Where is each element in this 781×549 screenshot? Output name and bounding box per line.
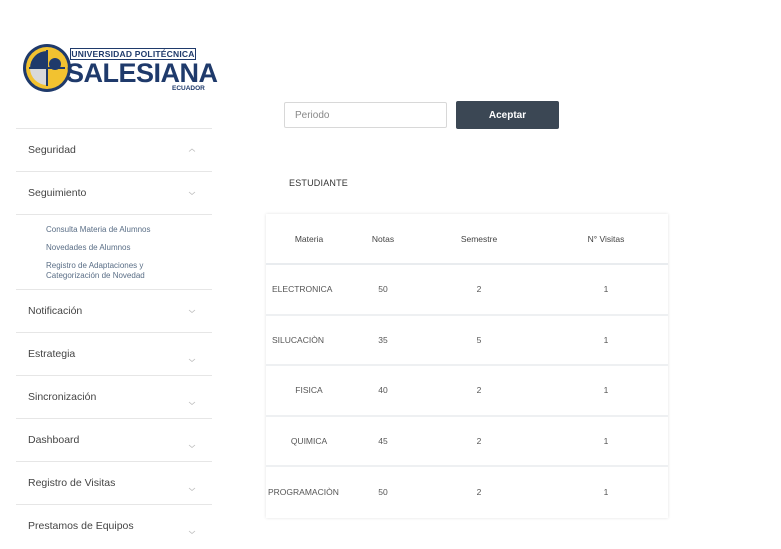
cell-notas: 50	[352, 264, 414, 316]
sidebar-item-label: Seguimiento	[28, 187, 87, 199]
chevron-down-icon	[188, 358, 196, 363]
sidebar-item-seguimiento[interactable]: Seguimiento	[16, 171, 212, 214]
column-header-materia: Materia	[266, 214, 352, 265]
sidebar-item-label: Notificación	[28, 305, 83, 317]
sidebar-item-label: Registro de Visitas	[28, 477, 116, 489]
periodo-input[interactable]	[284, 102, 447, 128]
chevron-down-icon	[188, 309, 196, 314]
cell-visitas: 1	[544, 365, 668, 417]
submenu-item-consulta-materia[interactable]: Consulta Materia de Alumnos	[16, 221, 212, 239]
sidebar-item-label: Seguridad	[28, 144, 76, 156]
cell-semestre: 2	[414, 365, 544, 417]
table-row: SILUCACIÒN 35 5 1	[266, 314, 668, 366]
cell-notas: 45	[352, 415, 414, 467]
sidebar-item-prestamos-equipos[interactable]: Prestamos de Equipos	[16, 504, 212, 547]
table-header-row: Materia Notas Semestre N° Visitas	[266, 214, 668, 265]
sidebar-item-registro-visitas[interactable]: Registro de Visitas	[16, 461, 212, 504]
chevron-down-icon	[188, 401, 196, 406]
cell-semestre: 5	[414, 314, 544, 366]
chevron-down-icon	[188, 530, 196, 535]
column-header-semestre: Semestre	[414, 214, 544, 265]
cell-visitas: 1	[544, 264, 668, 316]
cell-notas: 50	[378, 486, 388, 497]
sidebar-item-notificacion[interactable]: Notificación	[16, 289, 212, 332]
cell-materia: ELECTRONICA	[266, 264, 352, 316]
sidebar-item-label: Sincronización	[28, 391, 97, 403]
cell-materia: SILUCACIÒN	[266, 314, 352, 366]
chevron-down-icon	[188, 487, 196, 492]
cell-materia: PROGRAMACIÒN	[268, 486, 339, 497]
table-row: ELECTRONICA 50 2 1	[266, 264, 668, 316]
aceptar-button[interactable]: Aceptar	[456, 101, 559, 129]
table-row: PROGRAMACIÒN 50 2 1	[266, 466, 668, 517]
cell-notas: 35	[352, 314, 414, 366]
logo-emblem-icon	[23, 44, 71, 92]
seguimiento-submenu: Consulta Materia de Alumnos Novedades de…	[16, 214, 212, 289]
sidebar-item-label: Estrategia	[28, 348, 76, 360]
table-row: QUIMICA 45 2 1	[266, 415, 668, 467]
chevron-down-icon	[188, 191, 196, 196]
logo-sub-text: ECUADOR	[172, 85, 205, 92]
chevron-up-icon	[188, 148, 196, 152]
materias-table: Materia Notas Semestre N° Visitas ELECTR…	[266, 214, 668, 518]
column-header-notas: Notas	[352, 214, 414, 265]
sidebar-item-sincronizacion[interactable]: Sincronización	[16, 375, 212, 418]
cell-visitas: 1	[544, 314, 668, 366]
column-header-visitas: N° Visitas	[544, 214, 668, 265]
university-logo: UNIVERSIDAD POLITÉCNICA SALESIANA ECUADO…	[22, 42, 218, 94]
cell-semestre: 2	[414, 264, 544, 316]
chevron-down-icon	[188, 444, 196, 449]
cell-notas: 40	[352, 365, 414, 417]
submenu-item-registro-adaptaciones[interactable]: Registro de Adaptaciones y Categorizació…	[16, 257, 166, 285]
sidebar-item-label: Dashboard	[28, 434, 80, 446]
cell-semestre: 2	[476, 486, 482, 497]
cell-materia: QUIMICA	[266, 415, 352, 467]
table-row: FISICA 40 2 1	[266, 365, 668, 417]
sidebar-item-estrategia[interactable]: Estrategia	[16, 332, 212, 375]
cell-visitas: 1	[603, 486, 609, 497]
cell-materia: FISICA	[266, 365, 352, 417]
cell-semestre: 2	[414, 415, 544, 467]
cell-visitas: 1	[544, 415, 668, 467]
sidebar-item-label: Prestamos de Equipos	[28, 520, 134, 532]
sidebar-nav: Seguridad Seguimiento Consulta Materia d…	[16, 128, 212, 547]
sidebar-item-seguridad[interactable]: Seguridad	[16, 128, 212, 171]
sidebar-item-dashboard[interactable]: Dashboard	[16, 418, 212, 461]
section-label-estudiante: ESTUDIANTE	[289, 178, 349, 188]
submenu-item-novedades-alumnos[interactable]: Novedades de Alumnos	[16, 239, 212, 257]
